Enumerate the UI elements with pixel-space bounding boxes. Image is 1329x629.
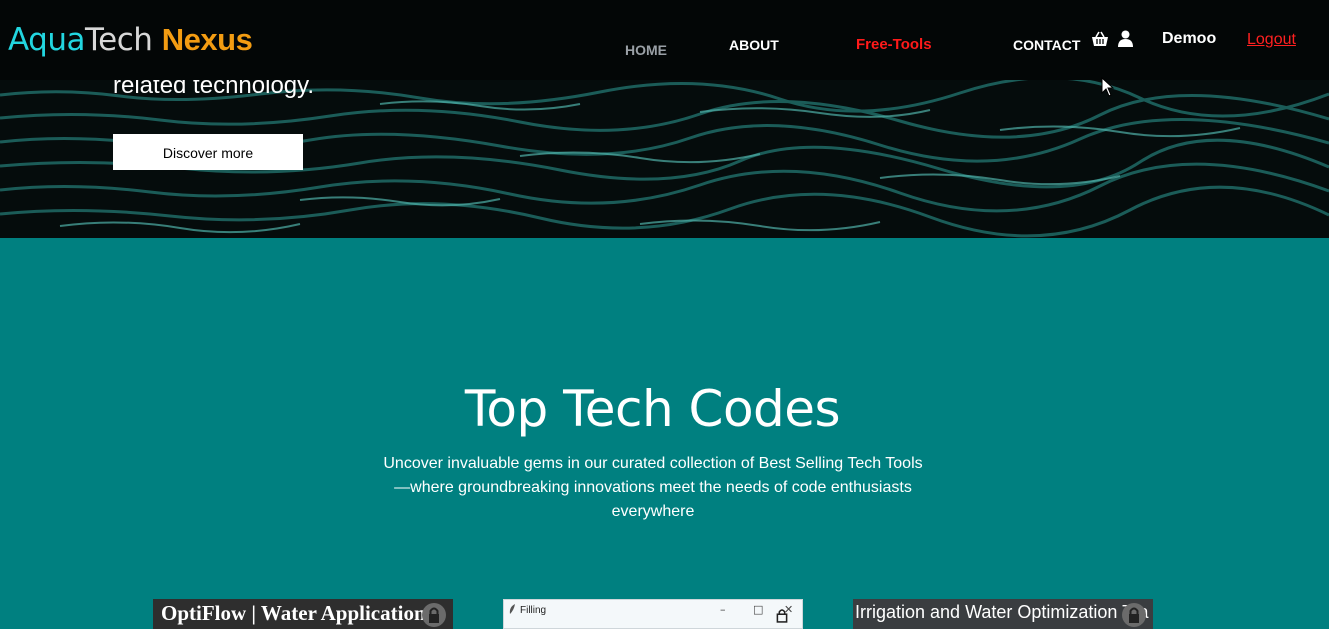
section-description: Uncover invaluable gems in our curated c…: [383, 455, 923, 520]
nav-contact-link[interactable]: CONTACT: [1013, 37, 1080, 53]
user-icon[interactable]: [1118, 30, 1133, 47]
brand-part-nexus: Nexus: [161, 22, 253, 57]
card-title: Filling: [520, 605, 547, 616]
feather-icon: [509, 604, 515, 614]
minimize-icon: –: [720, 603, 726, 616]
mouse-cursor-icon: [1101, 77, 1115, 97]
section-title: Top Tech Codes: [464, 380, 841, 438]
product-card-filling[interactable]: Filling – □ ✕: [503, 599, 803, 629]
nav-about-link[interactable]: ABOUT: [729, 37, 779, 53]
lock-icon: [422, 603, 446, 627]
product-card-irrigation[interactable]: Irrigation and Water Optimization Tra: [853, 599, 1153, 629]
nav-home-link[interactable]: HOME: [625, 42, 667, 58]
card-title: Irrigation and Water Optimization Tra: [855, 602, 1149, 622]
logout-link[interactable]: Logout: [1247, 31, 1296, 49]
product-card-optiflow[interactable]: OptiFlow | Water Applications: [153, 599, 453, 629]
brand-logo[interactable]: AquaTech Nexus: [8, 22, 253, 58]
basket-icon[interactable]: [1091, 31, 1109, 47]
discover-more-button[interactable]: Discover more: [113, 134, 303, 170]
navbar: AquaTech Nexus HOME ABOUT Free-Tools CON…: [0, 0, 1329, 80]
lock-icon: [776, 609, 788, 623]
brand-part-aqua: Aqua: [8, 22, 85, 58]
lock-icon: [1122, 603, 1146, 627]
brand-part-tech: Tech: [84, 22, 153, 58]
nav-free-tools-link[interactable]: Free-Tools: [856, 36, 932, 53]
username-label[interactable]: Demoo: [1162, 30, 1216, 48]
maximize-icon: □: [753, 603, 764, 616]
card-title: OptiFlow | Water Applications: [161, 601, 434, 625]
